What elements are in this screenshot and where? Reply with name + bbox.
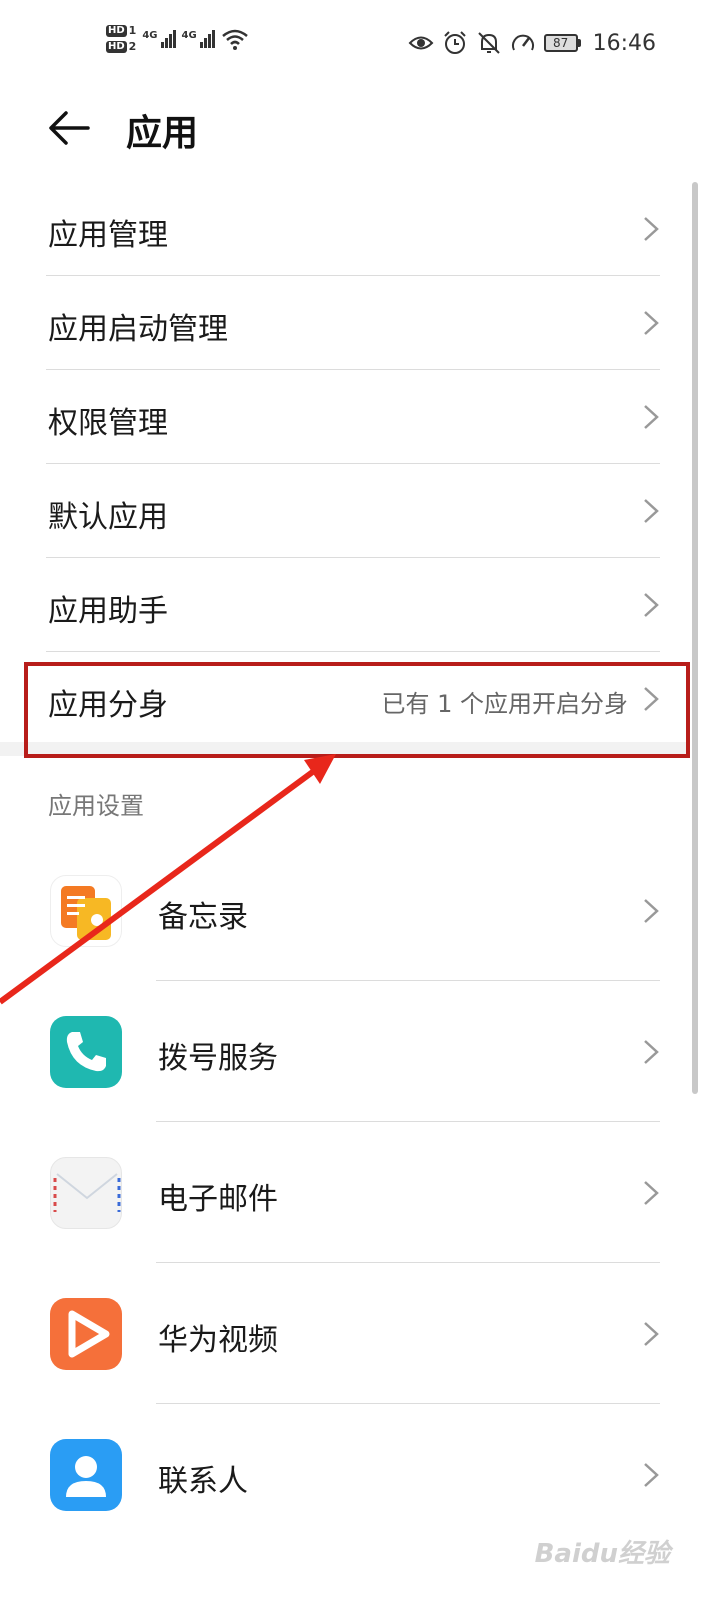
menu-item-app-assistant[interactable]: 应用助手 xyxy=(0,558,690,652)
chevron-right-icon xyxy=(644,217,659,241)
status-bar-left: HD 1 HD 2 4G 4G xyxy=(106,24,249,53)
signal-icon-1: 4G xyxy=(142,29,176,48)
arrow-left-icon[interactable] xyxy=(46,108,92,148)
menu-item-label: 应用启动管理 xyxy=(48,312,228,347)
page-title: 应用 xyxy=(126,113,199,154)
menu-item-permissions[interactable]: 权限管理 xyxy=(0,370,690,464)
chevron-right-icon xyxy=(644,1181,659,1205)
menu-item-label: 权限管理 xyxy=(48,406,168,441)
watermark: Baidu经验 xyxy=(534,1539,670,1569)
menu-item-label: 应用管理 xyxy=(48,218,168,253)
signal-icon-2: 4G xyxy=(182,29,215,48)
scrollbar[interactable] xyxy=(692,182,698,1094)
bell-off-icon xyxy=(476,30,502,56)
app-row-email[interactable]: 电子邮件 xyxy=(0,1122,690,1263)
hd1-indicator: HD 1 xyxy=(106,24,137,37)
clock: 16:46 xyxy=(592,30,656,56)
menu-item-default-apps[interactable]: 默认应用 xyxy=(0,464,690,558)
battery-icon: 87 xyxy=(543,34,581,52)
envelope-icon xyxy=(50,1157,122,1229)
chevron-right-icon xyxy=(644,899,659,923)
app-row-huawei-video[interactable]: 华为视频 xyxy=(0,1263,690,1404)
chevron-right-icon xyxy=(644,1322,659,1346)
alarm-icon xyxy=(442,30,468,56)
chevron-right-icon xyxy=(644,499,659,523)
hd2-indicator: HD 2 xyxy=(106,40,137,53)
app-label: 华为视频 xyxy=(158,1323,278,1358)
menu-item-app-launch[interactable]: 应用启动管理 xyxy=(0,276,690,370)
status-bar: HD 1 HD 2 4G 4G 87 16:46 xyxy=(0,0,720,90)
contact-icon xyxy=(50,1439,122,1511)
app-label: 拨号服务 xyxy=(158,1041,278,1076)
wifi-icon xyxy=(221,29,248,50)
status-bar-right: 87 16:46 xyxy=(408,30,656,56)
menu-item-label: 默认应用 xyxy=(48,500,168,535)
app-row-contacts[interactable]: 联系人 xyxy=(0,1404,690,1545)
app-label: 联系人 xyxy=(158,1464,248,1499)
menu-item-app-management[interactable]: 应用管理 xyxy=(0,182,690,276)
chevron-right-icon xyxy=(644,593,659,617)
app-label: 电子邮件 xyxy=(158,1182,278,1217)
play-icon xyxy=(50,1298,122,1370)
menu-item-label: 应用助手 xyxy=(48,594,168,629)
phone-icon xyxy=(50,1016,122,1088)
header: 应用 xyxy=(0,90,720,170)
speed-icon xyxy=(510,30,536,56)
chevron-right-icon xyxy=(644,405,659,429)
chevron-right-icon xyxy=(644,1463,659,1487)
annotation-arrow xyxy=(0,754,336,1005)
chevron-right-icon xyxy=(644,1040,659,1064)
eye-icon xyxy=(408,30,434,56)
chevron-right-icon xyxy=(644,311,659,335)
